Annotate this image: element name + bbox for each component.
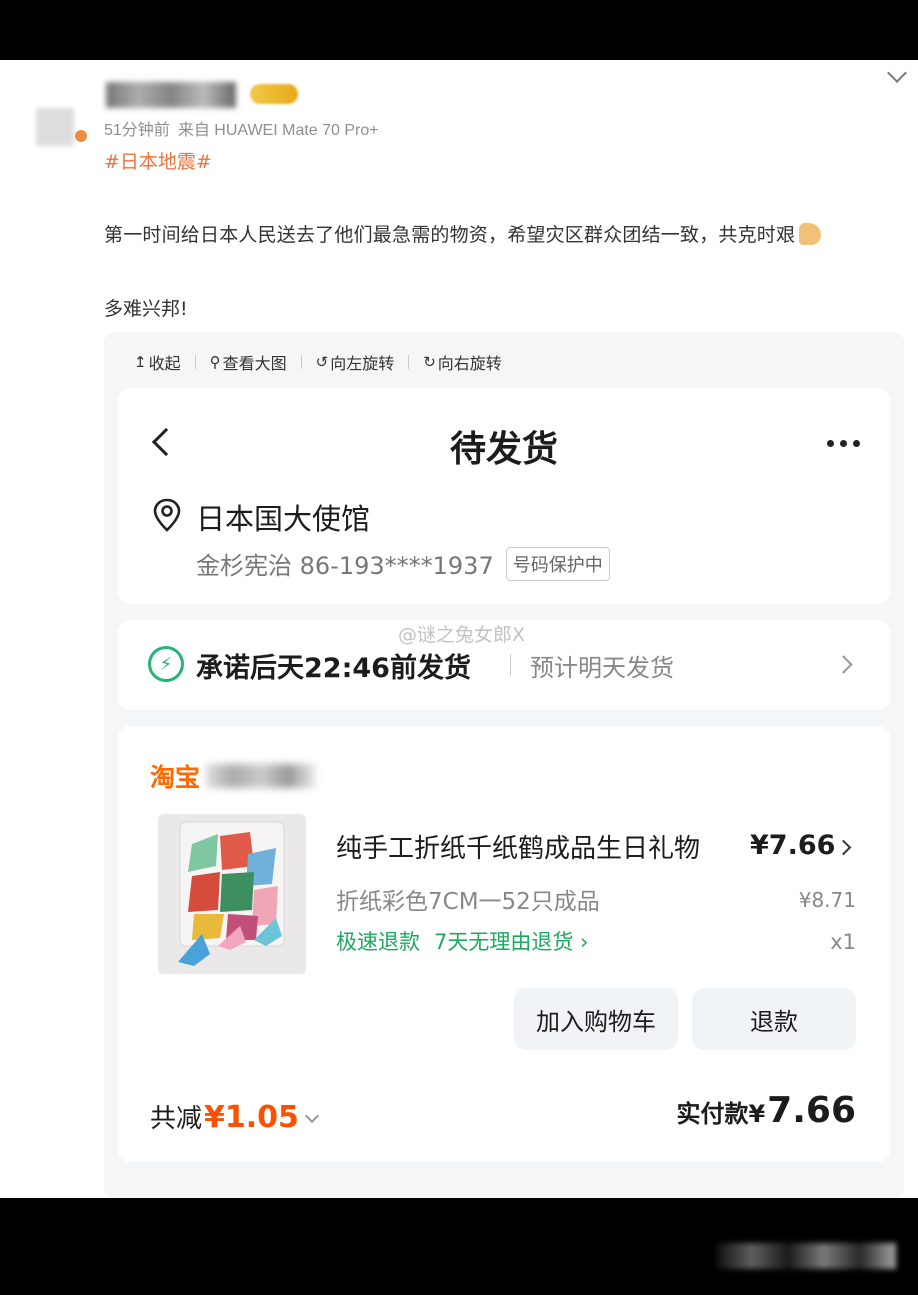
shipping-promise: 承诺后天22:46前发货: [196, 653, 471, 684]
page-title: 待发货: [449, 429, 558, 470]
original-price: ¥8.71: [798, 888, 856, 912]
post-time: 51分钟前: [104, 122, 170, 139]
product-name[interactable]: 纯手工折纸千纸鹤成品生日礼物: [336, 828, 700, 865]
fast-refund-tag: 极速退款: [336, 930, 420, 954]
product-price: ¥7.66: [750, 830, 836, 861]
rotate-right-icon: ↻: [423, 353, 436, 371]
magnifier-icon: ⚲: [209, 353, 221, 371]
collapse-button[interactable]: ↥ 收起: [134, 350, 181, 374]
username-blurred[interactable]: [106, 82, 236, 108]
view-large-button[interactable]: ⚲ 查看大图: [210, 350, 287, 374]
recipient-row: 金杉宪治 86-193****1937 号码保护中: [196, 546, 610, 581]
toolbar-divider: [300, 355, 302, 369]
rotate-left-label: 向左旋转: [330, 354, 395, 373]
shop-name-blurred: [206, 764, 317, 788]
service-tags[interactable]: 极速退款 7天无理由退货 ›: [336, 926, 588, 956]
seven-day-return-tag: 7天无理由退货 ›: [434, 930, 589, 954]
post-text: 第一时间给日本人民送去了他们最急需的物资，希望灾区群众团结一致，共克时艰: [104, 220, 822, 247]
location-pin-icon: [153, 498, 181, 532]
discount-label: 共减: [150, 1104, 203, 1134]
flexed-biceps-emoji-icon: [799, 223, 822, 245]
image-toolbar: ↥ 收起 ⚲ 查看大图 ↺ 向左旋转 ↻ 向右旋转: [134, 350, 502, 374]
rotate-right-button[interactable]: ↻ 向右旋转: [423, 350, 502, 374]
discount-value: ¥1.05: [204, 1100, 299, 1135]
more-options-icon[interactable]: [827, 440, 860, 447]
weibo-watermark-text: @谜之兔女郎X: [398, 624, 526, 646]
rotate-left-button[interactable]: ↺ 向左旋转: [316, 350, 395, 374]
post-menu-chevron-icon[interactable]: [887, 63, 907, 83]
lightning-icon: ⚡: [148, 646, 184, 682]
add-to-cart-button[interactable]: 加入购物车: [514, 988, 678, 1050]
order-header-card: 待发货 日本国大使馆 金杉宪治 86-193****1937 号码保护中: [118, 388, 890, 604]
quantity: x1: [830, 930, 856, 954]
avatar-badge-icon: [75, 130, 87, 142]
post-text-line2: 多难兴邦!: [104, 298, 188, 320]
product-sku: 折纸彩色7CM一52只成品: [336, 889, 600, 915]
chevron-right-icon: [835, 839, 852, 856]
post-image-container: ↥ 收起 ⚲ 查看大图 ↺ 向左旋转 ↻ 向右旋转 待发货 日本国大使馆 金杉宪治 86…: [104, 332, 904, 1198]
paid-label: 实付款¥: [676, 1100, 766, 1128]
paid-amount: 实付款¥ 7.66: [676, 1090, 856, 1131]
recipient-info: 金杉宪治 86-193****1937: [196, 552, 494, 580]
product-card: 淘宝 纯手工折纸千纸鹤成品生日礼物 ¥7.66 折纸彩色7CM一52只成品 ¥8…: [118, 726, 890, 1162]
avatar[interactable]: [36, 108, 74, 146]
discount-summary[interactable]: 共减 ¥1.05: [150, 1098, 319, 1135]
shop-name: 淘宝: [150, 763, 201, 792]
chevron-right-icon: [834, 655, 853, 674]
shop-row[interactable]: 淘宝: [150, 758, 317, 794]
post-text-line1: 第一时间给日本人民送去了他们最急需的物资，希望灾区群众团结一致，共克时艰: [104, 224, 796, 246]
refund-button[interactable]: 退款: [692, 988, 856, 1050]
promise-divider: [510, 654, 511, 676]
screenshot-screen: 51分钟前 来自 HUAWEI Mate 70 Pro+ #日本地震# 第一时间给…: [0, 60, 918, 1198]
upload-arrow-icon: ↥: [134, 353, 147, 371]
product-image[interactable]: [158, 814, 306, 974]
hashtag-link[interactable]: #日本地震#: [104, 147, 212, 174]
toolbar-divider: [194, 355, 196, 369]
rotate-right-label: 向右旋转: [437, 354, 502, 373]
address-name: 日本国大使馆: [196, 502, 371, 536]
bottom-bar: [0, 1198, 918, 1295]
toolbar-divider: [408, 355, 410, 369]
shipping-estimate: 预计明天发货: [530, 654, 674, 682]
post-meta: 51分钟前 来自 HUAWEI Mate 70 Pro+: [104, 116, 379, 140]
bottom-watermark-blurred: [716, 1243, 896, 1269]
collapse-label: 收起: [148, 354, 181, 373]
rotate-left-icon: ↺: [315, 353, 329, 371]
number-protection-badge: 号码保护中: [505, 546, 610, 581]
view-large-label: 查看大图: [222, 354, 287, 373]
vip-badge-icon: [250, 84, 298, 104]
post-source: 来自 HUAWEI Mate 70 Pro+: [177, 122, 379, 139]
paid-value: 7.66: [767, 1090, 856, 1131]
chevron-down-icon: [304, 1108, 319, 1124]
